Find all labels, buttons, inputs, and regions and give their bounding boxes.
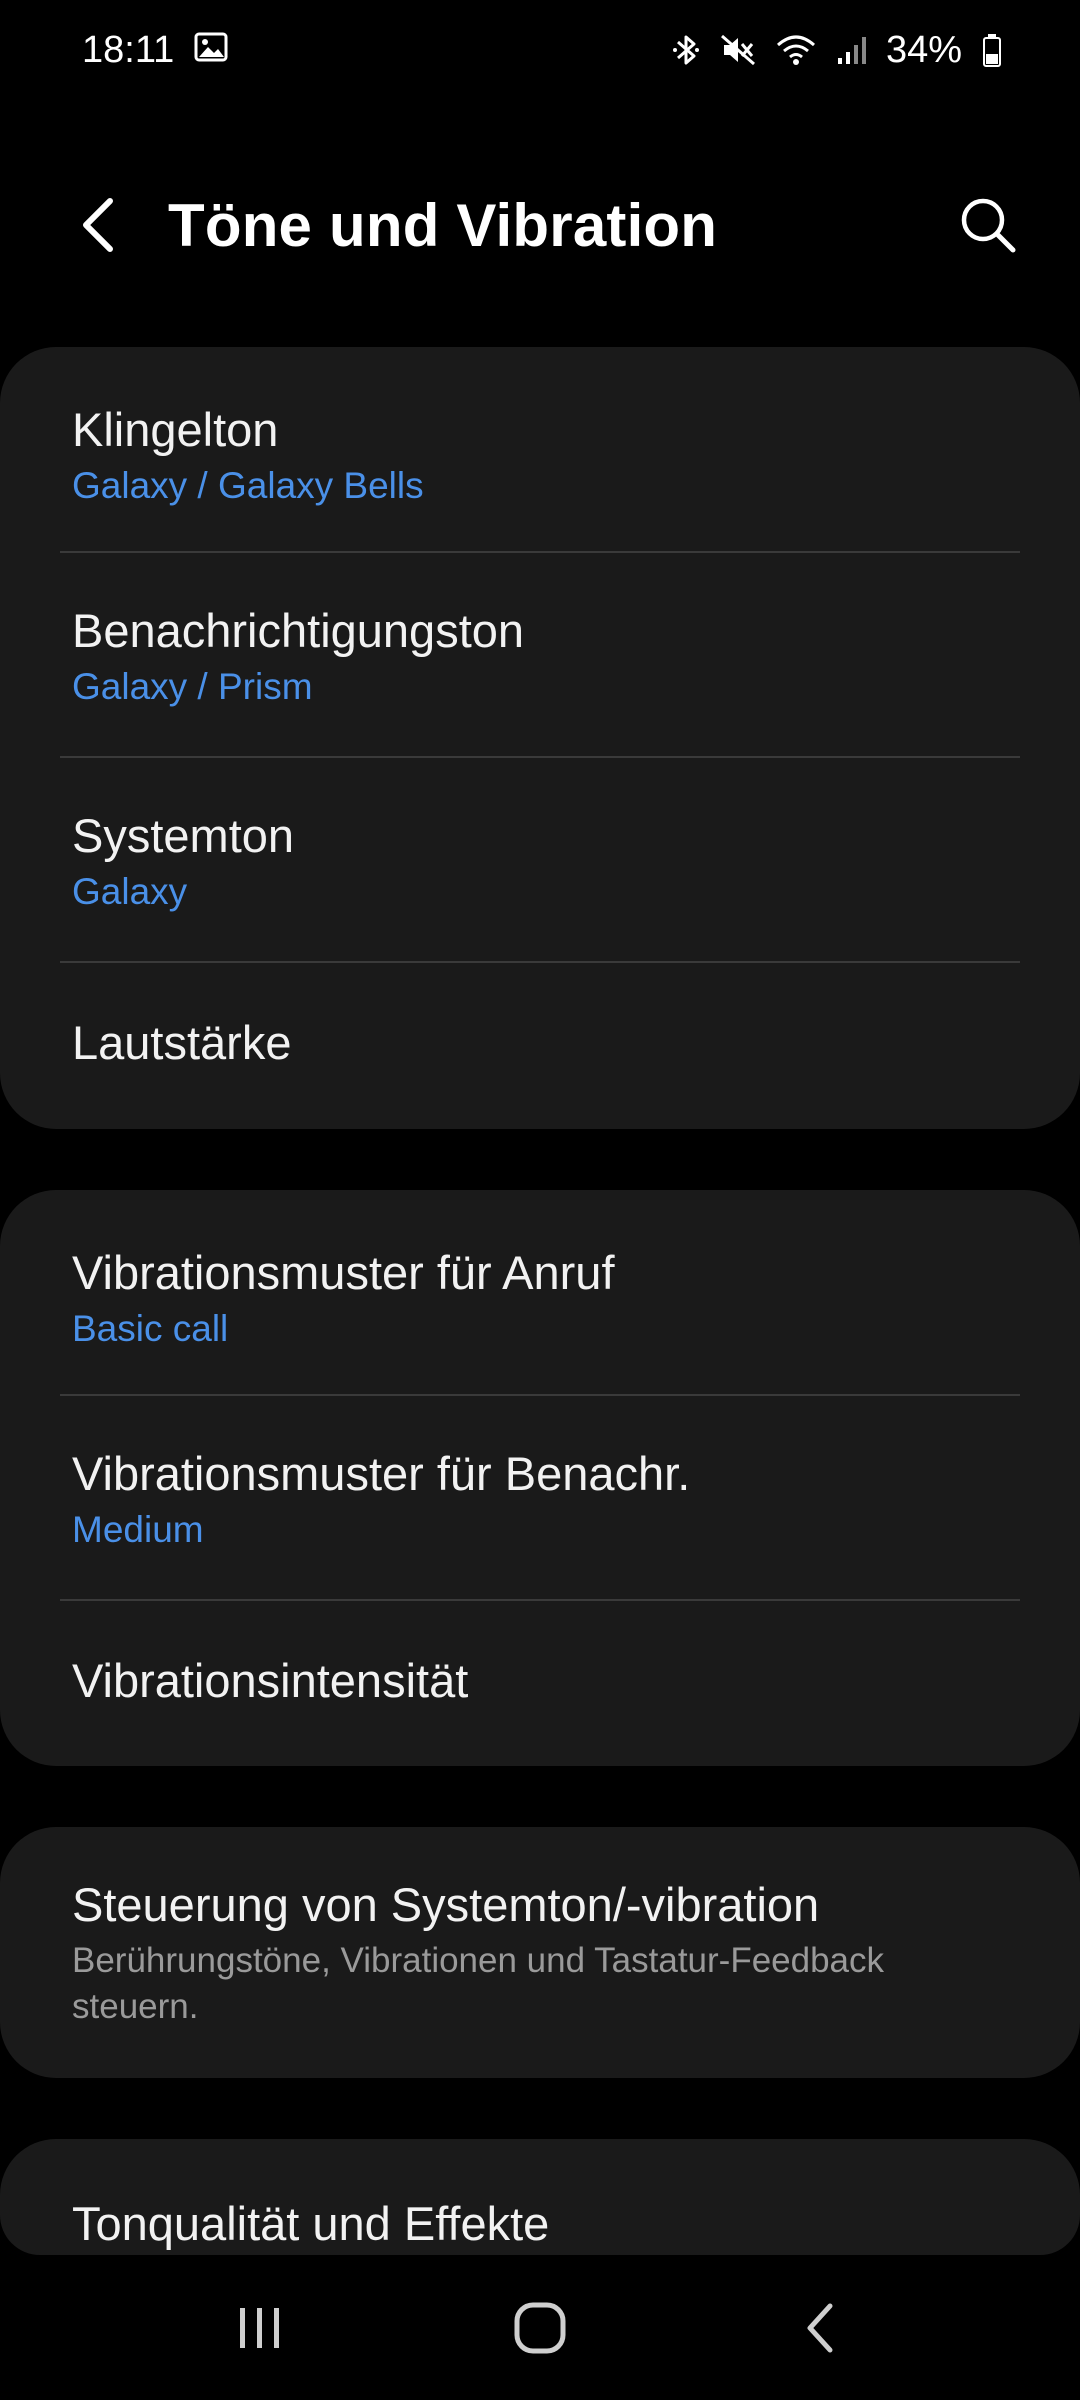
back-arrow-icon[interactable] <box>62 189 134 261</box>
list-item-systemton[interactable]: Systemton Galaxy <box>0 758 1080 963</box>
item-title: Tonqualität und Effekte <box>72 2197 550 2250</box>
item-title: Vibrationsintensität <box>72 1653 469 1707</box>
status-time: 18:11 <box>82 28 175 71</box>
gallery-icon <box>194 29 228 72</box>
item-title: Vibrationsmuster für Benachr. <box>72 1446 691 1500</box>
list-item-lautstaerke[interactable]: Lautstärke <box>0 963 1080 1129</box>
bluetooth-icon <box>672 32 700 68</box>
list-item-klingelton[interactable]: Klingelton Galaxy / Galaxy Bells <box>0 347 1080 553</box>
item-title: Systemton <box>72 808 295 862</box>
item-subtitle: Galaxy / Galaxy Bells <box>72 465 424 506</box>
list-item-vibration-notification[interactable]: Vibrationsmuster für Benachr. Medium <box>0 1396 1080 1601</box>
wifi-icon <box>776 33 816 67</box>
status-left: 18:11 <box>82 29 228 72</box>
page-title: Töne und Vibration <box>168 191 718 259</box>
list-item-sound-quality[interactable]: Tonqualität und Effekte <box>0 2139 1080 2255</box>
battery-percent: 34% <box>885 28 962 71</box>
list-item-benachrichtigungston[interactable]: Benachrichtigungston Galaxy / Prism <box>0 553 1080 758</box>
list-item-vibration-call[interactable]: Vibrationsmuster für Anruf Basic call <box>0 1190 1080 1396</box>
status-right: 34% <box>672 29 1002 72</box>
item-title: Benachrichtigungston <box>72 603 525 657</box>
item-title: Lautstärke <box>72 1016 292 1069</box>
recent-apps-icon[interactable] <box>200 2278 320 2378</box>
item-title: Steuerung von Systemton/-vibration <box>72 1877 820 1931</box>
item-subtitle: Basic call <box>72 1308 229 1349</box>
list-item-vibration-intensity[interactable]: Vibrationsintensität <box>0 1601 1080 1766</box>
sounds-card: Klingelton Galaxy / Galaxy Bells Benachr… <box>0 347 1080 1129</box>
app-bar: Töne und Vibration <box>0 160 1080 290</box>
home-icon[interactable] <box>480 2278 600 2378</box>
item-title: Vibrationsmuster für Anruf <box>72 1246 615 1299</box>
system-sound-card: Steuerung von Systemton/-vibration Berüh… <box>0 1827 1080 2078</box>
list-item-system-sound-control[interactable]: Steuerung von Systemton/-vibration Berüh… <box>0 1827 1080 2078</box>
navigation-bar <box>0 2255 1080 2400</box>
item-description: Berührungstöne, Vibrationen und Tastatur… <box>72 1940 885 2026</box>
status-bar: 18:11 34% <box>0 0 1080 100</box>
back-icon[interactable] <box>760 2278 880 2378</box>
mute-icon <box>720 32 756 68</box>
item-title: Klingelton <box>72 403 279 456</box>
search-icon[interactable] <box>948 185 1028 265</box>
item-subtitle: Galaxy <box>72 870 188 912</box>
vibration-card: Vibrationsmuster für Anruf Basic call Vi… <box>0 1190 1080 1766</box>
battery-icon <box>982 33 1002 67</box>
sound-quality-card: Tonqualität und Effekte <box>0 2139 1080 2255</box>
item-subtitle: Medium <box>72 1508 204 1550</box>
signal-icon <box>836 34 866 66</box>
item-subtitle: Galaxy / Prism <box>72 665 313 707</box>
